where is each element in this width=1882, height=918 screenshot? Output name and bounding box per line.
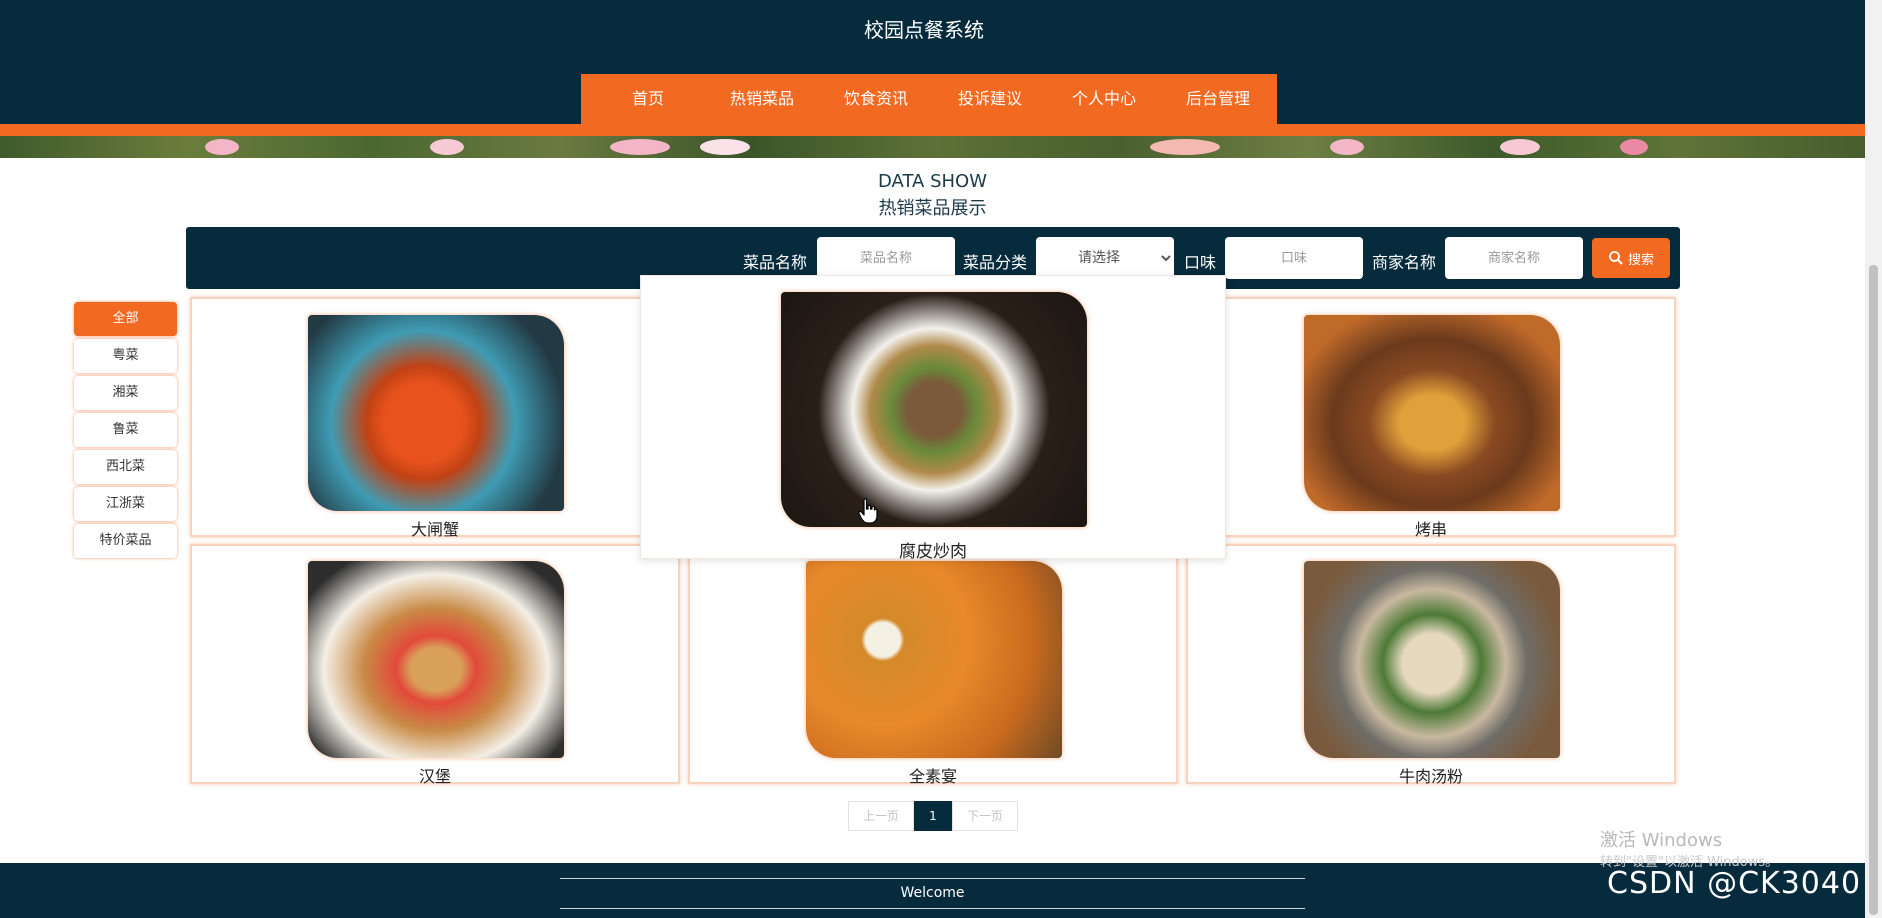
category-shandong[interactable]: 鲁菜 [74,413,177,447]
category-cantonese[interactable]: 粤菜 [74,339,177,373]
product-name: 大闸蟹 [410,520,459,539]
category-special-offer[interactable]: 特价菜品 [74,524,177,558]
nav-hot-dishes[interactable]: 热销菜品 [705,74,819,126]
dish-category-select[interactable]: 请选择 [1036,237,1174,279]
footer-bottom-rule [560,908,1305,909]
product-card[interactable]: 全素宴 [688,544,1178,786]
product-image-skewers[interactable] [1304,315,1560,511]
nav-complaints[interactable]: 投诉建议 [933,74,1047,126]
product-card[interactable]: 大闸蟹 [190,297,680,539]
product-name: 汉堡 [418,767,451,786]
product-name: 烤串 [1414,520,1447,539]
search-button-label: 搜索 [1627,252,1654,268]
dish-category-label: 菜品分类 [963,253,1028,272]
dish-name-input[interactable] [817,237,955,279]
nav-admin[interactable]: 后台管理 [1161,74,1275,126]
dish-name-label: 菜品名称 [743,253,808,272]
category-hunan[interactable]: 湘菜 [74,376,177,410]
page: 校园点餐系统 首页 热销菜品 饮食资讯 投诉建议 个人中心 后台管理 DATA … [0,0,1882,918]
category-jiangzhe[interactable]: 江浙菜 [74,487,177,521]
page-number-current[interactable]: 1 [914,801,952,831]
windows-activation-watermark: 激活 Windows [1600,830,1723,851]
category-northwest[interactable]: 西北菜 [74,450,177,484]
flower-banner-image [0,136,1865,158]
taste-label: 口味 [1184,253,1217,272]
main-nav: 首页 热销菜品 饮食资讯 投诉建议 个人中心 后台管理 [581,74,1277,136]
csdn-watermark: CSDN @CK3040 [1607,866,1862,901]
section-title-cn: 热销菜品展示 [878,198,987,219]
scrollbar-thumb[interactable] [1869,265,1878,915]
hand-pointer-icon [858,498,878,524]
merchant-name-input[interactable] [1445,237,1583,279]
category-all[interactable]: 全部 [74,302,177,336]
product-image-beef-noodle-soup[interactable] [1304,561,1560,758]
prev-page-button[interactable]: 上一页 [848,801,914,831]
product-image-hairy-crab[interactable] [308,315,564,511]
taste-input[interactable] [1225,237,1363,279]
footer-welcome-text: Welcome [900,885,965,901]
product-name: 腐皮炒肉 [899,542,967,562]
page-scrollbar[interactable] [1865,0,1882,918]
product-image-burger[interactable] [308,561,564,758]
product-image-tofu-skin-pork[interactable] [781,292,1087,527]
pagination: 上一页 1 下一页 [848,801,1018,831]
section-title-en: DATA SHOW [877,171,988,192]
product-name: 全素宴 [908,767,957,786]
product-name: 牛肉汤粉 [1398,767,1463,786]
site-title: 校园点餐系统 [864,18,984,42]
product-card-hovered[interactable]: 腐皮炒肉 [640,275,1226,562]
next-page-button[interactable]: 下一页 [952,801,1018,831]
search-icon [1609,251,1623,265]
merchant-name-label: 商家名称 [1372,253,1437,272]
footer-top-rule [560,878,1305,879]
product-card[interactable]: 烤串 [1186,297,1676,539]
product-card[interactable]: 汉堡 [190,544,680,786]
category-sidebar: 全部 粤菜 湘菜 鲁菜 西北菜 江浙菜 特价菜品 [74,302,177,561]
site-footer: Welcome [0,863,1865,918]
nav-home[interactable]: 首页 [591,74,705,126]
nav-food-news[interactable]: 饮食资讯 [819,74,933,126]
product-card[interactable]: 牛肉汤粉 [1186,544,1676,786]
search-button[interactable]: 搜索 [1592,238,1670,278]
product-image-vegetarian-feast[interactable] [806,561,1062,758]
nav-personal-center[interactable]: 个人中心 [1047,74,1161,126]
